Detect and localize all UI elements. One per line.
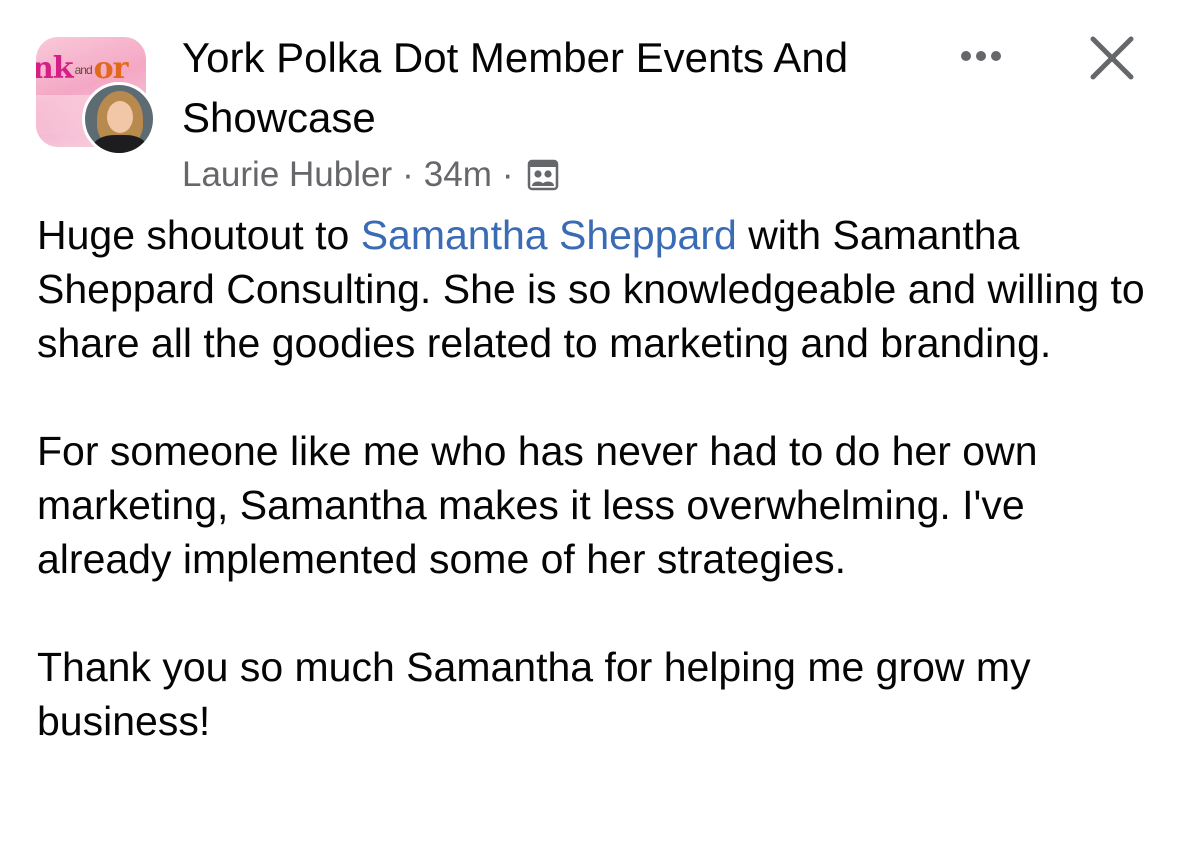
more-dot	[976, 51, 986, 61]
more-horizontal-icon	[961, 51, 971, 61]
meta-separator: ·	[501, 155, 514, 194]
post-paragraph: Thank you so much Samantha for helping m…	[37, 644, 1031, 744]
more-options-button[interactable]	[951, 38, 1011, 74]
mention-link[interactable]: Samantha Sheppard	[361, 212, 737, 258]
author-name[interactable]: Laurie Hubler	[182, 155, 392, 195]
post-body: Huge shoutout to Samantha Sheppard with …	[37, 208, 1157, 802]
more-dot	[991, 51, 1001, 61]
close-icon	[1090, 36, 1134, 80]
author-avatar[interactable]	[82, 82, 156, 156]
group-avatar-logo: nk andor	[36, 51, 128, 86]
close-button[interactable]	[1086, 32, 1138, 84]
group-name[interactable]: York Polka Dot Member Events And Showcas…	[182, 28, 882, 148]
post-timestamp[interactable]: 34m	[424, 155, 492, 195]
meta-separator: ·	[402, 155, 414, 194]
group-members-icon[interactable]	[526, 158, 560, 192]
post-text: Huge shoutout to	[37, 212, 361, 258]
post-meta: Laurie Hubler · 34m ·	[182, 152, 560, 198]
post-paragraph: Huge shoutout to Samantha Sheppard with …	[37, 208, 1157, 370]
avatar-face	[107, 101, 133, 133]
avatar-body	[93, 135, 147, 153]
post-paragraph: For someone like me who has never had to…	[37, 428, 1038, 582]
